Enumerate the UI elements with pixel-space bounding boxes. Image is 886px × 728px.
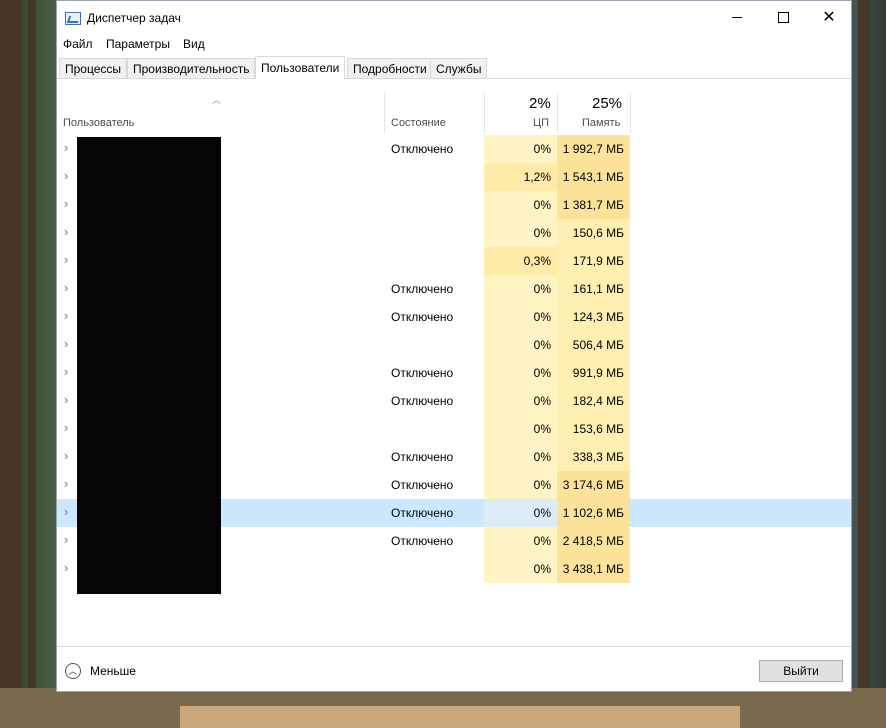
row-cpu: 0% [484, 135, 557, 163]
expand-chevron-icon[interactable]: › [64, 281, 71, 295]
row-state: Отключено [391, 534, 454, 548]
row-cpu: 0% [484, 219, 557, 247]
row-state: Отключено [391, 478, 454, 492]
expand-chevron-icon[interactable]: › [64, 337, 71, 351]
row-cpu: 0% [484, 471, 557, 499]
tab-processes[interactable]: Процессы [59, 58, 128, 78]
column-divider[interactable] [384, 93, 385, 133]
footer: ︿ Меньше Выйти [57, 646, 851, 693]
row-memory: 150,6 МБ [557, 219, 630, 247]
fewer-details-link[interactable]: Меньше [90, 664, 136, 678]
chevron-up-icon[interactable]: ︿ [65, 663, 81, 679]
row-cpu: 0% [484, 443, 557, 471]
background-log [180, 706, 740, 728]
row-memory: 3 174,6 МБ [557, 471, 630, 499]
column-state[interactable]: Состояние [391, 117, 446, 129]
tab-details[interactable]: Подробности [347, 58, 433, 78]
redacted-user-names [77, 137, 221, 594]
column-divider[interactable] [630, 93, 631, 133]
sort-ascending-icon: ︿ [212, 95, 222, 105]
task-manager-window: Диспетчер задач ✕ Файл Параметры Вид Про… [56, 0, 852, 692]
column-user[interactable]: Пользователь [63, 117, 134, 129]
row-cpu: 0% [484, 191, 557, 219]
window-title: Диспетчер задач [87, 11, 181, 25]
row-cpu: 0,3% [484, 247, 557, 275]
sign-out-button[interactable]: Выйти [759, 660, 843, 682]
minimize-icon [732, 17, 742, 19]
row-state: Отключено [391, 282, 454, 296]
title-bar[interactable]: Диспетчер задач ✕ [57, 1, 851, 35]
expand-chevron-icon[interactable]: › [64, 225, 71, 239]
expand-chevron-icon[interactable]: › [64, 169, 71, 183]
menu-options[interactable]: Параметры [106, 37, 170, 51]
row-state: Отключено [391, 450, 454, 464]
row-memory: 1 992,7 МБ [557, 135, 630, 163]
close-icon: ✕ [822, 9, 836, 26]
row-cpu: 0% [484, 387, 557, 415]
row-memory: 1 102,6 МБ [557, 499, 630, 527]
column-cpu[interactable]: ЦП [533, 117, 549, 129]
maximize-button[interactable] [760, 1, 806, 35]
tab-users[interactable]: Пользователи [255, 56, 346, 79]
expand-chevron-icon[interactable]: › [64, 365, 71, 379]
row-memory: 338,3 МБ [557, 443, 630, 471]
row-memory: 124,3 МБ [557, 303, 630, 331]
row-cpu: 1,2% [484, 163, 557, 191]
expand-chevron-icon[interactable]: › [64, 253, 71, 267]
expand-chevron-icon[interactable]: › [64, 505, 71, 519]
row-memory: 506,4 МБ [557, 331, 630, 359]
row-memory: 3 438,1 МБ [557, 555, 630, 583]
row-memory: 182,4 МБ [557, 387, 630, 415]
table-header: ︿ Пользователь Состояние 2% ЦП 25% Памят… [57, 79, 851, 135]
background-tree [28, 0, 36, 728]
row-cpu: 0% [484, 415, 557, 443]
row-state: Отключено [391, 142, 454, 156]
row-state: Отключено [391, 506, 454, 520]
row-memory: 171,9 МБ [557, 247, 630, 275]
row-state: Отключено [391, 310, 454, 324]
row-cpu: 0% [484, 527, 557, 555]
column-memory[interactable]: Память [582, 117, 620, 129]
row-memory: 1 543,1 МБ [557, 163, 630, 191]
expand-chevron-icon[interactable]: › [64, 393, 71, 407]
expand-chevron-icon[interactable]: › [64, 477, 71, 491]
expand-chevron-icon[interactable]: › [64, 309, 71, 323]
row-cpu: 0% [484, 499, 557, 527]
tab-bar: Процессы Производительность Пользователи… [57, 56, 851, 79]
expand-chevron-icon[interactable]: › [64, 449, 71, 463]
expand-chevron-icon[interactable]: › [64, 197, 71, 211]
column-divider[interactable] [557, 93, 558, 133]
tab-services[interactable]: Службы [430, 58, 488, 78]
tab-performance[interactable]: Производительность [127, 58, 256, 78]
maximize-icon [777, 12, 789, 24]
row-memory: 153,6 МБ [557, 415, 630, 443]
row-cpu: 0% [484, 331, 557, 359]
cpu-total: 2% [529, 95, 551, 112]
row-memory: 2 418,5 МБ [557, 527, 630, 555]
row-cpu: 0% [484, 303, 557, 331]
minimize-button[interactable] [714, 1, 760, 35]
expand-chevron-icon[interactable]: › [64, 141, 71, 155]
column-divider[interactable] [484, 93, 485, 133]
memory-total: 25% [592, 95, 623, 112]
expand-chevron-icon[interactable]: › [64, 421, 71, 435]
row-memory: 991,9 МБ [557, 359, 630, 387]
row-cpu: 0% [484, 359, 557, 387]
row-memory: 161,1 МБ [557, 275, 630, 303]
background-tree [858, 0, 870, 728]
expand-chevron-icon[interactable]: › [64, 561, 71, 575]
row-state: Отключено [391, 394, 454, 408]
row-state: Отключено [391, 366, 454, 380]
row-cpu: 0% [484, 275, 557, 303]
expand-chevron-icon[interactable]: › [64, 533, 71, 547]
menu-file[interactable]: Файл [63, 37, 93, 51]
menu-view[interactable]: Вид [183, 37, 205, 51]
background-tree [0, 0, 22, 728]
row-memory: 1 381,7 МБ [557, 191, 630, 219]
close-button[interactable]: ✕ [806, 1, 852, 35]
row-cpu: 0% [484, 555, 557, 583]
task-manager-icon [65, 12, 81, 25]
